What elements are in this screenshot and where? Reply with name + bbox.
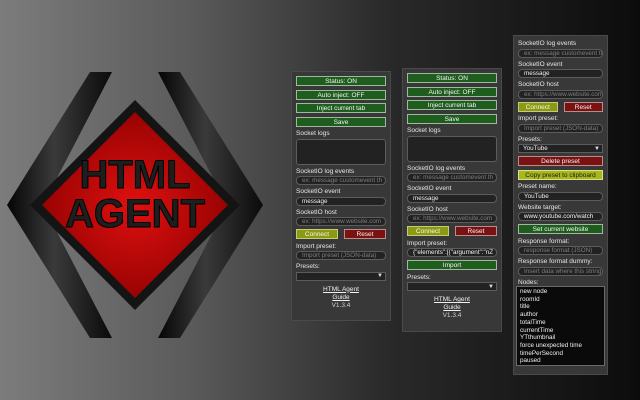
save-button[interactable]: Save — [407, 113, 497, 124]
auto-inject-button[interactable]: Auto inject: OFF — [296, 89, 386, 100]
connect-reset-row: Connect Reset — [407, 226, 497, 236]
socket-logs-textarea[interactable] — [407, 135, 497, 162]
import-preset-input[interactable]: Import preset (JSON-data) — [296, 251, 386, 260]
html-agent-logo: HTML AGENT — [7, 72, 263, 338]
response-dummy-label: Response format dummy: — [518, 258, 593, 265]
extension-panel-2: Status: ON Auto inject: OFF Inject curre… — [402, 68, 502, 332]
html-agent-link[interactable]: HTML Agent — [407, 296, 497, 304]
presets-label: Presets: — [518, 135, 542, 143]
socket-logs-label: Socket logs — [407, 127, 441, 134]
reset-button[interactable]: Reset — [455, 226, 497, 236]
connect-reset-row: Connect Reset — [518, 101, 603, 112]
response-dummy-input[interactable]: Insert data where this string — [518, 266, 603, 276]
event-label: SocketIO event — [296, 188, 341, 195]
website-target-input[interactable]: www.youtube.com/watch — [518, 212, 603, 221]
version-label: V1.3.4 — [331, 301, 351, 309]
host-label: SocketIO host — [296, 208, 337, 216]
panel-footer: HTML Agent Guide V1.3.4 — [296, 286, 386, 310]
nodes-option[interactable]: currentTime — [520, 327, 601, 335]
nodes-option[interactable]: YTthumbnail — [520, 334, 601, 342]
status-button[interactable]: Status: ON — [296, 76, 386, 86]
presets-select[interactable]: YouTube ▼ — [518, 144, 603, 153]
inject-current-tab-button[interactable]: Inject current tab — [407, 100, 497, 110]
guide-link[interactable]: Guide — [296, 294, 386, 302]
nodes-option[interactable]: timePerSecond — [520, 350, 601, 358]
save-button[interactable]: Save — [296, 116, 386, 127]
host-label: SocketIO host — [518, 81, 559, 88]
log-events-input[interactable]: ex: message customevent th — [296, 176, 386, 185]
status-button[interactable]: Status: ON — [407, 73, 497, 83]
log-events-input[interactable]: ex: message customevent th — [407, 173, 497, 182]
import-preset-label: Import preset: — [407, 239, 448, 247]
log-events-input[interactable]: ex: message customevent th — [518, 48, 603, 58]
connect-button[interactable]: Connect — [407, 226, 449, 236]
presets-label: Presets: — [296, 263, 320, 270]
log-events-label: SocketIO log events — [296, 167, 355, 175]
import-preset-input[interactable]: {"elements":[{"argument":"nZ — [407, 248, 497, 257]
delete-preset-button[interactable]: Delete preset — [518, 156, 603, 166]
event-input[interactable]: message — [407, 193, 497, 203]
reset-button[interactable]: Reset — [344, 229, 386, 239]
panel-footer: HTML Agent Guide V1.3.4 — [407, 296, 497, 320]
log-events-label: SocketIO log events — [407, 164, 466, 172]
connect-reset-row: Connect Reset — [296, 229, 386, 239]
website-target-label: Website target: — [518, 203, 562, 211]
socket-logs-textarea[interactable] — [296, 138, 386, 165]
logo-text-html: HTML — [79, 153, 190, 197]
host-input[interactable]: ex: https://www.website.com — [407, 214, 497, 223]
logo-text-agent: AGENT — [65, 192, 205, 236]
connect-button[interactable]: Connect — [518, 101, 558, 112]
nodes-dropdown-list: new node roomId title author totalTime c… — [516, 286, 605, 366]
version-label: V1.3.4 — [442, 312, 462, 319]
nodes-option[interactable]: author — [520, 311, 601, 319]
guide-link[interactable]: Guide — [407, 304, 497, 312]
chevron-down-icon: ▼ — [594, 145, 600, 152]
extension-panel-1: Status: ON Auto inject: OFF Inject curre… — [291, 71, 391, 321]
response-format-label: Response format: — [518, 237, 570, 245]
presets-selected-value: YouTube — [523, 145, 548, 152]
nodes-option[interactable]: paused — [520, 357, 601, 365]
auto-inject-button[interactable]: Auto inject: OFF — [407, 86, 497, 97]
set-current-website-button[interactable]: Set current website — [518, 224, 603, 234]
preset-name-label: Preset name: — [518, 183, 557, 190]
event-input[interactable]: message — [296, 196, 386, 206]
event-label: SocketIO event — [407, 185, 452, 192]
nodes-option[interactable]: totalTime — [520, 319, 601, 327]
nodes-option[interactable]: new node — [520, 288, 601, 296]
presets-label: Presets: — [407, 273, 431, 281]
chevron-down-icon: ▼ — [377, 273, 383, 279]
event-input[interactable]: message — [518, 69, 603, 78]
connect-button[interactable]: Connect — [296, 229, 338, 239]
preset-name-input[interactable]: YouTube — [518, 191, 603, 201]
copy-preset-button[interactable]: Copy preset to clipboard — [518, 169, 603, 180]
nodes-option[interactable]: roomId — [520, 296, 601, 304]
nodes-option[interactable]: force unexpected time — [520, 342, 601, 350]
log-events-label: SocketIO log events — [518, 40, 577, 47]
nodes-label: Nodes: — [518, 278, 539, 286]
reset-button[interactable]: Reset — [563, 101, 603, 112]
import-button[interactable]: Import — [407, 260, 497, 270]
chevron-down-icon: ▼ — [488, 283, 494, 290]
presets-select[interactable]: ▼ — [407, 282, 497, 291]
event-label: SocketIO event — [518, 60, 563, 68]
socket-logs-label: Socket logs — [296, 130, 330, 137]
import-preset-input[interactable]: Import preset (JSON-data) — [518, 123, 603, 133]
host-input[interactable]: ex: https://www.website.com — [296, 217, 386, 226]
import-preset-label: Import preset: — [518, 115, 559, 122]
import-preset-label: Import preset: — [296, 242, 337, 250]
host-input[interactable]: ex: https://www.website.com — [518, 89, 603, 99]
html-agent-link[interactable]: HTML Agent — [296, 286, 386, 294]
host-label: SocketIO host — [407, 205, 448, 213]
presets-select[interactable]: ▼ — [296, 271, 386, 281]
nodes-option[interactable]: title — [520, 303, 601, 311]
inject-current-tab-button[interactable]: Inject current tab — [296, 103, 386, 113]
response-format-input[interactable]: response format (JSON) — [518, 246, 603, 255]
